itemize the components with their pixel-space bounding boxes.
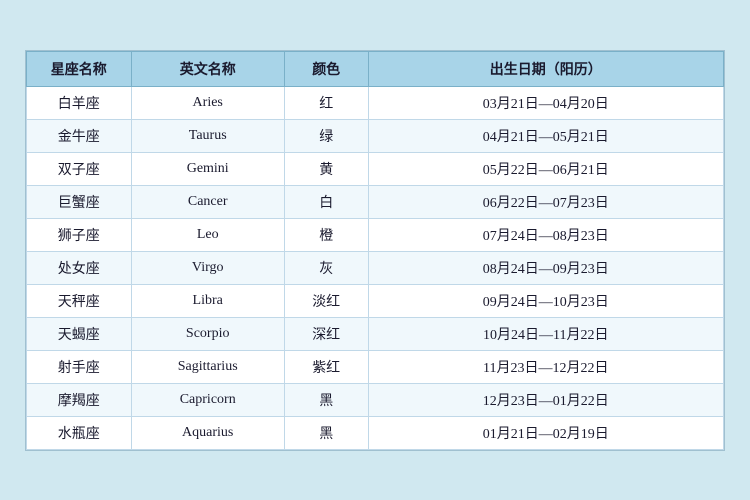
cell-color: 白	[284, 185, 368, 218]
cell-color: 深红	[284, 317, 368, 350]
cell-date: 05月22日—06月21日	[368, 152, 724, 185]
cell-color: 紫红	[284, 350, 368, 383]
table-row: 双子座Gemini黄05月22日—06月21日	[27, 152, 724, 185]
cell-chinese: 天秤座	[27, 284, 132, 317]
cell-color: 黄	[284, 152, 368, 185]
table-row: 金牛座Taurus绿04月21日—05月21日	[27, 119, 724, 152]
cell-date: 09月24日—10月23日	[368, 284, 724, 317]
table-row: 白羊座Aries红03月21日—04月20日	[27, 86, 724, 119]
cell-chinese: 射手座	[27, 350, 132, 383]
cell-date: 11月23日—12月22日	[368, 350, 724, 383]
cell-date: 12月23日—01月22日	[368, 383, 724, 416]
cell-english: Aries	[131, 86, 284, 119]
cell-date: 03月21日—04月20日	[368, 86, 724, 119]
table-row: 射手座Sagittarius紫红11月23日—12月22日	[27, 350, 724, 383]
cell-date: 06月22日—07月23日	[368, 185, 724, 218]
cell-chinese: 金牛座	[27, 119, 132, 152]
cell-chinese: 水瓶座	[27, 416, 132, 449]
cell-english: Aquarius	[131, 416, 284, 449]
cell-chinese: 巨蟹座	[27, 185, 132, 218]
cell-color: 黑	[284, 416, 368, 449]
table-row: 狮子座Leo橙07月24日—08月23日	[27, 218, 724, 251]
table-row: 巨蟹座Cancer白06月22日—07月23日	[27, 185, 724, 218]
header-date: 出生日期（阳历）	[368, 51, 724, 86]
header-english: 英文名称	[131, 51, 284, 86]
cell-english: Scorpio	[131, 317, 284, 350]
cell-color: 绿	[284, 119, 368, 152]
cell-color: 黑	[284, 383, 368, 416]
cell-color: 橙	[284, 218, 368, 251]
cell-english: Sagittarius	[131, 350, 284, 383]
cell-english: Virgo	[131, 251, 284, 284]
table-header-row: 星座名称 英文名称 颜色 出生日期（阳历）	[27, 51, 724, 86]
table-row: 天蝎座Scorpio深红10月24日—11月22日	[27, 317, 724, 350]
cell-date: 01月21日—02月19日	[368, 416, 724, 449]
table-row: 处女座Virgo灰08月24日—09月23日	[27, 251, 724, 284]
cell-date: 04月21日—05月21日	[368, 119, 724, 152]
cell-chinese: 天蝎座	[27, 317, 132, 350]
cell-english: Capricorn	[131, 383, 284, 416]
cell-color: 红	[284, 86, 368, 119]
table-row: 摩羯座Capricorn黑12月23日—01月22日	[27, 383, 724, 416]
cell-date: 10月24日—11月22日	[368, 317, 724, 350]
cell-english: Gemini	[131, 152, 284, 185]
header-chinese: 星座名称	[27, 51, 132, 86]
cell-chinese: 处女座	[27, 251, 132, 284]
cell-date: 08月24日—09月23日	[368, 251, 724, 284]
cell-color: 淡红	[284, 284, 368, 317]
zodiac-table: 星座名称 英文名称 颜色 出生日期（阳历） 白羊座Aries红03月21日—04…	[26, 51, 724, 450]
cell-chinese: 摩羯座	[27, 383, 132, 416]
cell-color: 灰	[284, 251, 368, 284]
header-color: 颜色	[284, 51, 368, 86]
cell-chinese: 双子座	[27, 152, 132, 185]
cell-chinese: 狮子座	[27, 218, 132, 251]
cell-chinese: 白羊座	[27, 86, 132, 119]
table-row: 水瓶座Aquarius黑01月21日—02月19日	[27, 416, 724, 449]
cell-english: Leo	[131, 218, 284, 251]
table-body: 白羊座Aries红03月21日—04月20日金牛座Taurus绿04月21日—0…	[27, 86, 724, 449]
cell-date: 07月24日—08月23日	[368, 218, 724, 251]
cell-english: Taurus	[131, 119, 284, 152]
cell-english: Libra	[131, 284, 284, 317]
cell-english: Cancer	[131, 185, 284, 218]
zodiac-table-container: 星座名称 英文名称 颜色 出生日期（阳历） 白羊座Aries红03月21日—04…	[25, 50, 725, 451]
table-row: 天秤座Libra淡红09月24日—10月23日	[27, 284, 724, 317]
